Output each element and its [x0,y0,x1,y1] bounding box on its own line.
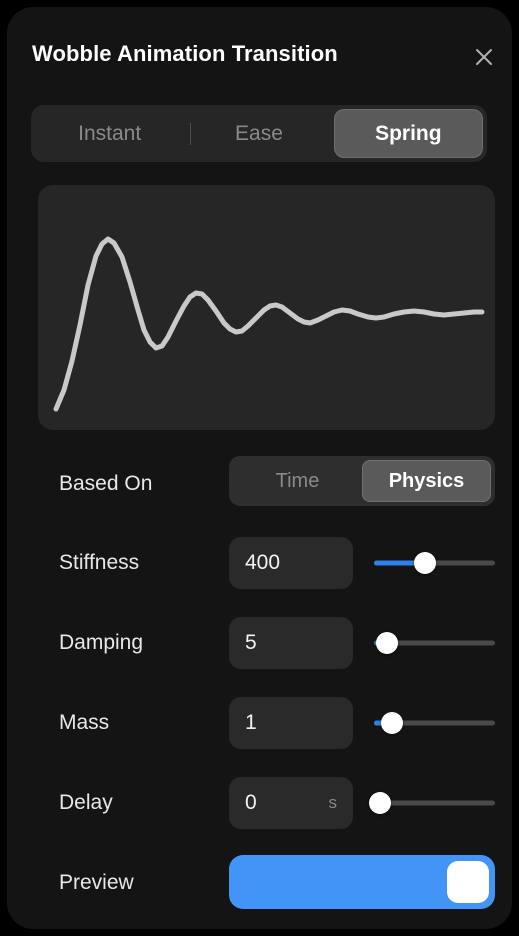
label-stiffness: Stiffness [59,551,140,574]
row-mass: Mass 1 [7,695,512,751]
damping-slider[interactable] [374,617,495,669]
segment-physics[interactable]: Physics [362,460,491,502]
label-delay: Delay [59,791,113,814]
delay-unit: s [328,793,338,812]
damping-input[interactable]: 5 [229,617,353,669]
delay-slider-track [374,800,495,806]
mass-input[interactable]: 1 [229,697,353,749]
segment-instant[interactable]: Instant [35,109,184,158]
spring-curve-svg [53,236,485,412]
preview-toggle-knob [447,861,489,903]
segment-divider [190,123,191,145]
row-damping: Damping 5 [7,615,512,671]
transition-settings-panel: Wobble Animation Transition Instant Ease… [7,7,512,929]
label-preview: Preview [59,871,134,894]
segment-time[interactable]: Time [233,460,362,502]
label-mass: Mass [59,711,110,734]
delay-slider[interactable] [369,777,495,829]
delay-value: 0 [245,791,257,814]
damping-slider-thumb[interactable] [376,632,399,654]
stiffness-input[interactable]: 400 [229,537,353,589]
damping-value: 5 [245,631,257,654]
segment-ease[interactable]: Ease [184,109,333,158]
preview-toggle[interactable] [229,855,495,909]
row-preview: Preview [7,855,512,911]
spring-curve-path [53,236,485,412]
close-button[interactable] [464,37,504,77]
stiffness-slider[interactable] [374,537,495,589]
stiffness-value: 400 [245,551,281,574]
delay-input[interactable]: 0 s [229,777,353,829]
row-delay: Delay 0 s [7,775,512,831]
page-title: Wobble Animation Transition [32,41,338,66]
mass-slider-thumb[interactable] [381,712,404,734]
label-damping: Damping [59,631,144,654]
close-icon [473,46,495,68]
mass-slider[interactable] [374,697,495,749]
label-based-on: Based On [59,472,153,495]
spring-curve-preview [38,185,495,430]
transition-type-segmented-control[interactable]: Instant Ease Spring [31,105,487,162]
mass-value: 1 [245,711,257,734]
segment-spring[interactable]: Spring [333,109,483,158]
delay-slider-thumb[interactable] [369,792,392,814]
row-based-on: Based On Time Physics [7,456,512,512]
based-on-segmented-control[interactable]: Time Physics [229,456,495,506]
panel-header: Wobble Animation Transition [7,7,512,89]
row-stiffness: Stiffness 400 [7,535,512,591]
stiffness-slider-thumb[interactable] [413,552,436,574]
